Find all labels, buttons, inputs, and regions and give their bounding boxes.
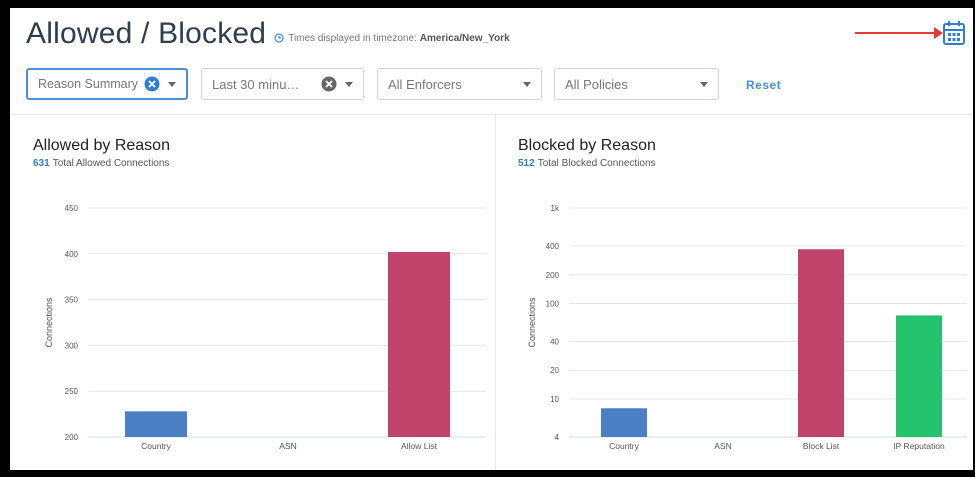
y-tick-label: 400 <box>65 250 79 259</box>
reset-button[interactable]: Reset <box>746 78 781 92</box>
timezone-prefix: Times displayed in timezone: <box>288 32 417 44</box>
clear-icon[interactable] <box>144 76 160 92</box>
y-tick-label: 300 <box>65 341 79 350</box>
app-frame: Allowed / Blocked Times displayed in tim… <box>10 8 973 470</box>
time-range-value: Last 30 minu… <box>212 76 300 92</box>
timezone-value: America/New_York <box>419 32 510 44</box>
clear-icon[interactable] <box>321 76 337 92</box>
chevron-down-icon[interactable] <box>345 81 353 87</box>
calendar-icon <box>943 21 965 45</box>
timezone-info: Times displayed in timezone: America/New… <box>274 32 510 44</box>
filter-bar: Reason Summary Last 30 minu… All Enforce… <box>26 66 966 104</box>
policies-select[interactable]: All Policies <box>554 68 719 100</box>
x-tick-label: ASN <box>714 441 731 451</box>
bar-country <box>125 411 187 437</box>
y-axis-label: Connections <box>44 297 54 348</box>
blocked-chart: 4 10 20 40 100 200 400 1k Connections Country ASN B… <box>527 204 967 451</box>
y-tick-label: 200 <box>65 433 79 442</box>
x-tick-label: Allow List <box>401 441 438 451</box>
x-tick-label: Country <box>141 441 172 451</box>
y-tick-label: 250 <box>65 387 79 396</box>
time-range-select[interactable]: Last 30 minu… <box>201 68 364 100</box>
enforcers-select[interactable]: All Enforcers <box>377 68 542 100</box>
reason-select-value: Reason Summary <box>38 77 139 91</box>
bar-allow-list <box>388 251 450 437</box>
y-tick-label: 450 <box>65 204 79 213</box>
y-tick-label: 1k <box>551 204 560 213</box>
divider <box>495 115 496 470</box>
bar-ip-reputation <box>896 315 942 437</box>
chevron-down-icon[interactable] <box>523 81 531 87</box>
chevron-down-icon[interactable] <box>700 81 708 87</box>
y-tick-label: 40 <box>550 338 559 347</box>
page-header: Allowed / Blocked Times displayed in tim… <box>26 12 510 56</box>
y-tick-label: 400 <box>546 242 560 251</box>
y-tick-label: 4 <box>555 433 560 442</box>
page-title: Allowed / Blocked <box>26 17 267 50</box>
policies-value: All Policies <box>565 76 628 92</box>
chevron-down-icon[interactable] <box>168 81 176 87</box>
y-tick-label: 20 <box>550 366 559 375</box>
y-tick-label: 350 <box>65 296 79 305</box>
x-tick-label: IP Reputation <box>893 441 945 451</box>
allowed-chart: 200 250 300 350 400 450 Connections Country ASN A… <box>44 204 486 451</box>
bar-block-list <box>798 249 844 437</box>
x-tick-label: Country <box>609 441 640 451</box>
reason-select[interactable]: Reason Summary <box>26 68 188 100</box>
x-tick-label: Block List <box>803 441 840 451</box>
y-axis-label: Connections <box>527 297 537 348</box>
allowed-panel: Allowed by Reason 631 Total Allowed Conne… <box>26 115 494 470</box>
annotation-arrow <box>855 27 943 39</box>
calendar-button[interactable] <box>942 20 966 46</box>
bar-country <box>601 408 647 437</box>
x-tick-label: ASN <box>279 441 296 451</box>
blocked-panel: Blocked by Reason 512 Total Blocked Conne… <box>511 115 973 470</box>
clock-icon <box>274 33 284 43</box>
y-tick-label: 200 <box>546 271 560 280</box>
y-tick-label: 10 <box>550 395 559 404</box>
y-tick-label: 100 <box>546 299 560 308</box>
enforcers-value: All Enforcers <box>388 76 462 92</box>
